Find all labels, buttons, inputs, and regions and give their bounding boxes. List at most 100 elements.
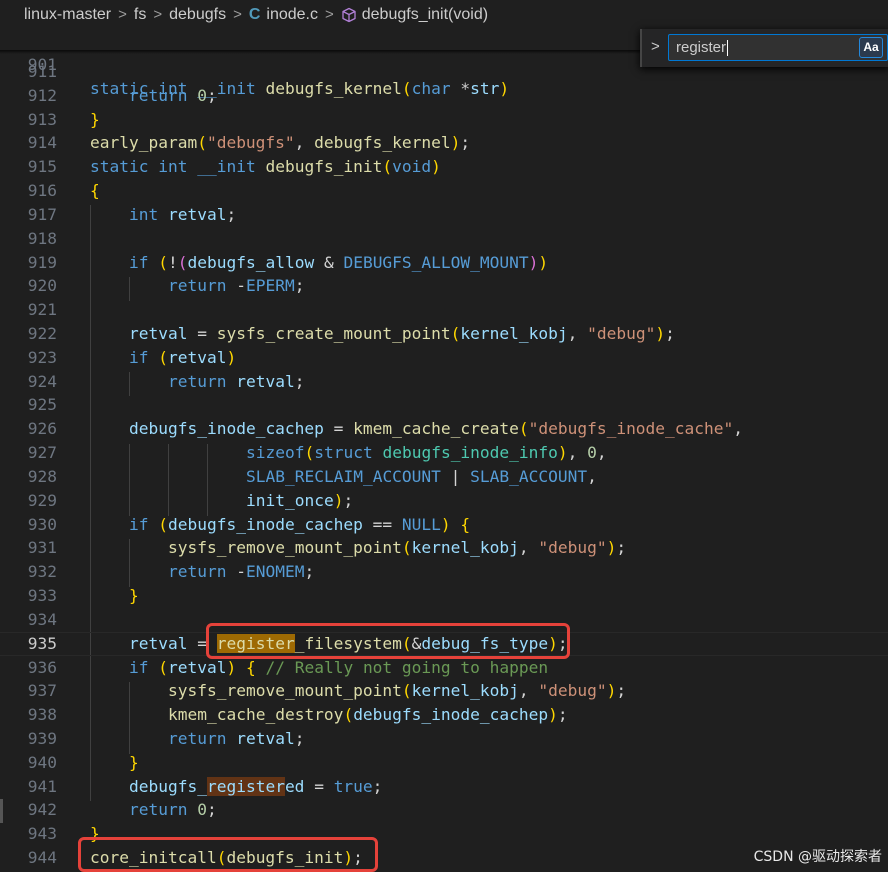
breadcrumb: linux-master > fs > debugfs > C inode.c … — [0, 0, 888, 29]
line-number: 937 — [27, 681, 57, 701]
code-text: } — [129, 586, 139, 606]
line-number: 923 — [27, 347, 57, 367]
code-line[interactable]: 916 { — [0, 179, 888, 203]
code-line[interactable]: 914 early_param("debugfs", debugfs_kernel… — [0, 131, 888, 155]
line-number: 912 — [27, 85, 57, 105]
code-text: sizeof(struct debugfs_inode_info), 0, — [246, 443, 607, 463]
code-text: return retval; — [168, 728, 305, 748]
code-line[interactable]: 942 return 0; — [0, 798, 888, 822]
watermark: CSDN @驱动探索者 — [753, 849, 882, 865]
code-text: retval = sysfs_create_mount_point(kernel… — [129, 324, 675, 344]
code-line[interactable]: 918 — [0, 227, 888, 251]
code-text: static int __init debugfs_init(void) — [90, 157, 441, 177]
code-line[interactable]: 927 sizeof(struct debugfs_inode_info), 0, — [0, 441, 888, 465]
code-editor[interactable]: 901 static int __init debugfs_kernel(cha… — [0, 29, 888, 872]
code-text: init_once); — [246, 490, 354, 510]
line-number: 940 — [27, 752, 57, 772]
code-text: if (!(debugfs_allow & DEBUGFS_ALLOW_MOUN… — [129, 252, 549, 272]
breadcrumb-item-file[interactable]: inode.c — [266, 6, 318, 24]
code-line[interactable]: 932 return -ENOMEM; — [0, 560, 888, 584]
code-text: early_param("debugfs", debugfs_kernel); — [90, 133, 471, 153]
code-line[interactable]: 917 int retval; — [0, 203, 888, 227]
line-number: 941 — [27, 776, 57, 796]
code-line[interactable]: 936 if (retval) { // Really not going to … — [0, 656, 888, 680]
code-line[interactable]: 930 if (debugfs_inode_cachep == NULL) { — [0, 513, 888, 537]
breadcrumb-item-folder[interactable]: debugfs — [169, 6, 226, 24]
line-number: 938 — [27, 705, 57, 725]
line-number: 936 — [27, 657, 57, 677]
code-text: return retval; — [168, 371, 305, 391]
code-line[interactable]: 922 retval = sysfs_create_mount_point(ker… — [0, 322, 888, 346]
line-number: 914 — [27, 133, 57, 153]
code-line[interactable]: 937 sysfs_remove_mount_point(kernel_kobj,… — [0, 679, 888, 703]
code-text: return -ENOMEM; — [168, 562, 315, 582]
line-number: 928 — [27, 466, 57, 486]
code-text: if (debugfs_inode_cachep == NULL) { — [129, 514, 471, 534]
code-text: sysfs_remove_mount_point(kernel_kobj, "d… — [168, 681, 627, 701]
code-text: sysfs_remove_mount_point(kernel_kobj, "d… — [168, 538, 627, 558]
chevron-right-icon: > — [153, 6, 163, 23]
breadcrumb-item-symbol[interactable]: debugfs_init(void) — [362, 6, 488, 24]
code-line[interactable]: 912 return 0; — [0, 84, 888, 108]
code-text: debugfs_registered = true; — [129, 776, 383, 796]
breadcrumb-item-folder[interactable]: fs — [134, 6, 146, 24]
scrollbar-marker — [0, 799, 3, 823]
code-line[interactable]: 928 SLAB_RECLAIM_ACCOUNT | SLAB_ACCOUNT, — [0, 465, 888, 489]
line-number: 915 — [27, 157, 57, 177]
code-text: if (retval) — [129, 347, 237, 367]
code-text: SLAB_RECLAIM_ACCOUNT | SLAB_ACCOUNT, — [246, 466, 597, 486]
code-line[interactable]: 938 kmem_cache_destroy(debugfs_inode_cach… — [0, 703, 888, 727]
code-line[interactable]: 920 return -EPERM; — [0, 274, 888, 298]
code-text: return 0; — [129, 800, 217, 820]
line-number: 921 — [27, 300, 57, 320]
code-line[interactable]: 915 static int __init debugfs_init(void) — [0, 155, 888, 179]
line-number: 930 — [27, 514, 57, 534]
line-number: 943 — [27, 824, 57, 844]
code-line[interactable]: 941 debugfs_registered = true; — [0, 775, 888, 799]
code-line[interactable]: 923 if (retval) — [0, 346, 888, 370]
line-number: 942 — [27, 800, 57, 820]
breadcrumb-item-folder[interactable]: linux-master — [24, 6, 111, 24]
code-text: return 0; — [129, 85, 217, 105]
code-line[interactable]: 939 return retval; — [0, 727, 888, 751]
code-text: } — [129, 752, 139, 772]
code-line[interactable]: 925 — [0, 393, 888, 417]
find-input-value: register — [676, 39, 727, 56]
chevron-right-icon: > — [233, 6, 242, 23]
line-number: 920 — [27, 276, 57, 296]
code-line[interactable]: 913} — [0, 108, 888, 132]
line-number: 944 — [27, 848, 57, 868]
code-text: debugfs_inode_cachep = kmem_cache_create… — [129, 419, 744, 439]
code-line[interactable]: 926 debugfs_inode_cachep = kmem_cache_cre… — [0, 417, 888, 441]
line-number: 918 — [27, 228, 57, 248]
line-number: 922 — [27, 324, 57, 344]
toggle-replace-chevron-icon[interactable]: > — [651, 38, 660, 55]
line-number: 925 — [27, 395, 57, 415]
annotation-box-register-filesystem — [206, 623, 570, 659]
code-line[interactable]: 919 if (!(debugfs_allow & DEBUGFS_ALLOW_M… — [0, 251, 888, 275]
line-number: 929 — [27, 490, 57, 510]
chevron-right-icon: > — [324, 6, 334, 23]
code-line[interactable]: 931 sysfs_remove_mount_point(kernel_kobj,… — [0, 536, 888, 560]
find-input[interactable]: register Aa — [668, 34, 888, 61]
annotation-box-core-initcall — [78, 837, 378, 872]
line-number: 913 — [27, 109, 57, 129]
code-text: int retval; — [129, 204, 237, 224]
code-line[interactable]: 924 return retval; — [0, 370, 888, 394]
line-number: 932 — [27, 562, 57, 582]
code-text: } — [90, 109, 100, 129]
code-text: return -EPERM; — [168, 276, 305, 296]
code-line[interactable]: 929 init_once); — [0, 489, 888, 513]
line-number: 934 — [27, 609, 57, 629]
line-number: 927 — [27, 443, 57, 463]
code-line[interactable]: 933} — [0, 584, 888, 608]
line-number: 916 — [27, 181, 57, 201]
match-case-button[interactable]: Aa — [859, 37, 883, 58]
code-text: { — [90, 181, 100, 201]
line-number: 926 — [27, 419, 57, 439]
find-widget: > register Aa — [640, 29, 888, 67]
chevron-right-icon: > — [118, 6, 127, 23]
line-number: 939 — [27, 728, 57, 748]
code-line[interactable]: 940} — [0, 751, 888, 775]
code-line[interactable]: 921 — [0, 298, 888, 322]
